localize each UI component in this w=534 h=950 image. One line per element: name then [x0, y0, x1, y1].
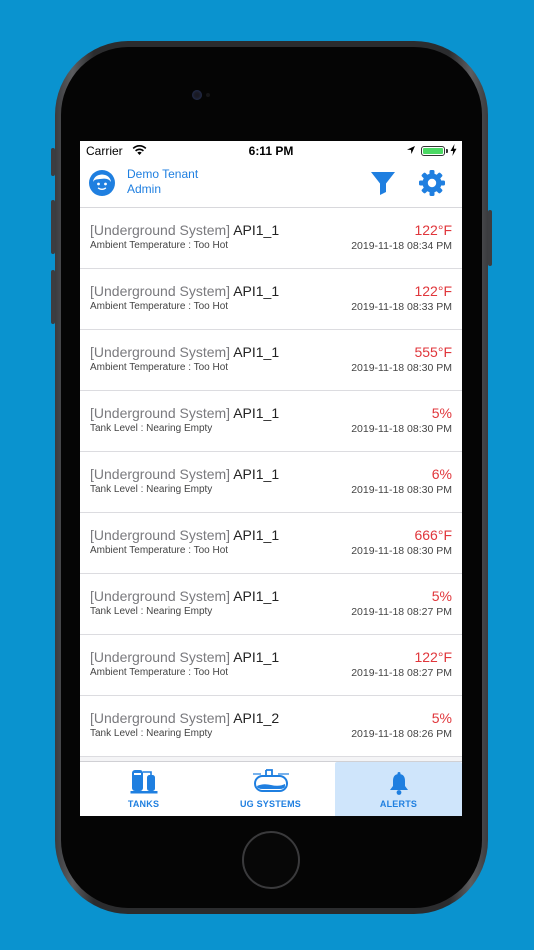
alert-date: 2019-11-18 08:30 PM — [351, 545, 452, 557]
front-camera — [192, 90, 202, 100]
tab-tanks-label: TANKS — [127, 799, 160, 809]
alert-reason: Ambient Temperature : Too Hot — [90, 240, 229, 251]
alert-reason: Tank Level : Nearing Empty — [90, 484, 213, 495]
tanks-icon — [130, 770, 157, 794]
alert-row[interactable]: [Underground System] API1_1 Tank Level : … — [80, 452, 462, 513]
alert-title: [Underground System] API1_1 — [90, 649, 279, 665]
tab-ug-systems-label: UG SYSTEMS — [239, 799, 301, 809]
alert-title: [Underground System] API1_1 — [90, 405, 279, 421]
alert-value: 555°F — [414, 344, 452, 360]
alert-device-name: API1_1 — [233, 344, 280, 360]
battery-tip — [446, 149, 448, 153]
location-arrow-icon — [407, 146, 415, 154]
alert-date: 2019-11-18 08:26 PM — [351, 728, 452, 740]
alert-device-name: API1_1 — [233, 527, 280, 543]
alert-date: 2019-11-18 08:27 PM — [351, 667, 452, 679]
sensor-dot — [206, 93, 210, 97]
alert-reason: Ambient Temperature : Too Hot — [90, 667, 229, 678]
tab-alerts[interactable]: ALERTS — [335, 762, 462, 816]
alert-device-name: API1_1 — [233, 649, 280, 665]
alert-system: [Underground System] — [90, 283, 231, 299]
alert-row[interactable]: [Underground System] API1_1 Tank Level : … — [80, 391, 462, 452]
alert-row[interactable]: [Underground System] API1_1 Ambient Tempe… — [80, 513, 462, 574]
alert-system: [Underground System] — [90, 344, 231, 360]
alert-date: 2019-11-18 08:27 PM — [351, 606, 452, 618]
alert-title: [Underground System] API1_1 — [90, 466, 279, 482]
tab-tanks[interactable]: TANKS — [80, 762, 207, 816]
alert-title: [Underground System] API1_1 — [90, 527, 279, 543]
alert-value: 122°F — [414, 283, 452, 299]
user-role: Admin — [127, 182, 162, 196]
alert-row[interactable]: [Underground System] API1_1 Ambient Tempe… — [80, 635, 462, 696]
alert-date: 2019-11-18 08:30 PM — [351, 484, 452, 496]
alert-device-name: API1_1 — [233, 222, 280, 238]
app-header: Demo Tenant Admin — [80, 161, 462, 208]
volume-down-button — [51, 270, 55, 324]
alert-reason: Tank Level : Nearing Empty — [90, 606, 213, 617]
alert-reason: Ambient Temperature : Too Hot — [90, 301, 229, 312]
tab-bar: TANKS UG SYSTEMS ALERTS — [80, 761, 462, 816]
alert-value: 5% — [431, 710, 452, 726]
alert-title: [Underground System] API1_1 — [90, 283, 279, 299]
alert-row[interactable]: [Underground System] API1_1 Tank Level : … — [80, 574, 462, 635]
alert-row[interactable]: [Underground System] API1_1 Ambient Tempe… — [80, 330, 462, 391]
filter-icon[interactable] — [370, 170, 396, 196]
tenant-info[interactable]: Demo Tenant Admin — [127, 167, 198, 197]
alert-title: [Underground System] API1_2 — [90, 710, 279, 726]
alert-value: 5% — [431, 405, 452, 421]
alert-device-name: API1_1 — [233, 283, 280, 299]
alert-row[interactable]: [Underground System] API1_1 Ambient Tempe… — [80, 269, 462, 330]
alert-reason: Tank Level : Nearing Empty — [90, 728, 213, 739]
alert-system: [Underground System] — [90, 405, 231, 421]
alert-value: 122°F — [414, 222, 452, 238]
alert-row[interactable]: [Underground System] API1_1 Ambient Tempe… — [80, 208, 462, 269]
alert-date: 2019-11-18 08:34 PM — [351, 240, 452, 252]
alert-system: [Underground System] — [90, 710, 231, 726]
alert-date: 2019-11-18 08:30 PM — [351, 362, 452, 374]
alert-system: [Underground System] — [90, 588, 231, 604]
alert-system: [Underground System] — [90, 466, 231, 482]
alert-value: 666°F — [414, 527, 452, 543]
alert-value: 6% — [431, 466, 452, 482]
status-bar: Carrier 6:11 PM — [80, 141, 462, 161]
alert-system: [Underground System] — [90, 649, 231, 665]
alert-reason: Tank Level : Nearing Empty — [90, 423, 213, 434]
avatar-icon[interactable] — [88, 169, 116, 197]
alert-system: [Underground System] — [90, 222, 231, 238]
gear-icon[interactable] — [418, 169, 446, 197]
alert-system: [Underground System] — [90, 527, 231, 543]
alert-title: [Underground System] API1_1 — [90, 222, 279, 238]
alert-device-name: API1_2 — [233, 710, 280, 726]
app-screen: Carrier 6:11 PM Demo Tenant Admin [Under… — [80, 141, 462, 816]
volume-up-button — [51, 200, 55, 254]
alert-device-name: API1_1 — [233, 405, 280, 421]
alert-reason: Ambient Temperature : Too Hot — [90, 545, 229, 556]
alert-value: 5% — [431, 588, 452, 604]
alert-device-name: API1_1 — [233, 466, 280, 482]
tab-ug-systems[interactable]: UG SYSTEMS — [207, 762, 334, 816]
ug-systems-icon — [252, 769, 289, 792]
alert-reason: Ambient Temperature : Too Hot — [90, 362, 229, 373]
alert-value: 122°F — [414, 649, 452, 665]
tab-alerts-label: ALERTS — [379, 799, 418, 809]
bell-icon — [389, 772, 408, 795]
home-button[interactable] — [242, 831, 300, 889]
status-time: 6:11 PM — [248, 144, 294, 158]
alert-date: 2019-11-18 08:30 PM — [351, 423, 452, 435]
alert-list[interactable]: [Underground System] API1_1 Ambient Tempe… — [80, 208, 462, 761]
charging-bolt-icon — [450, 144, 457, 156]
power-button — [488, 210, 492, 266]
alert-title: [Underground System] API1_1 — [90, 588, 279, 604]
alert-title: [Underground System] API1_1 — [90, 344, 279, 360]
battery-icon — [421, 146, 445, 156]
alert-device-name: API1_1 — [233, 588, 280, 604]
alert-row[interactable]: [Underground System] API1_2 Tank Level : … — [80, 696, 462, 757]
tenant-name: Demo Tenant — [127, 167, 199, 181]
alert-date: 2019-11-18 08:33 PM — [351, 301, 452, 313]
mute-switch — [51, 148, 55, 176]
